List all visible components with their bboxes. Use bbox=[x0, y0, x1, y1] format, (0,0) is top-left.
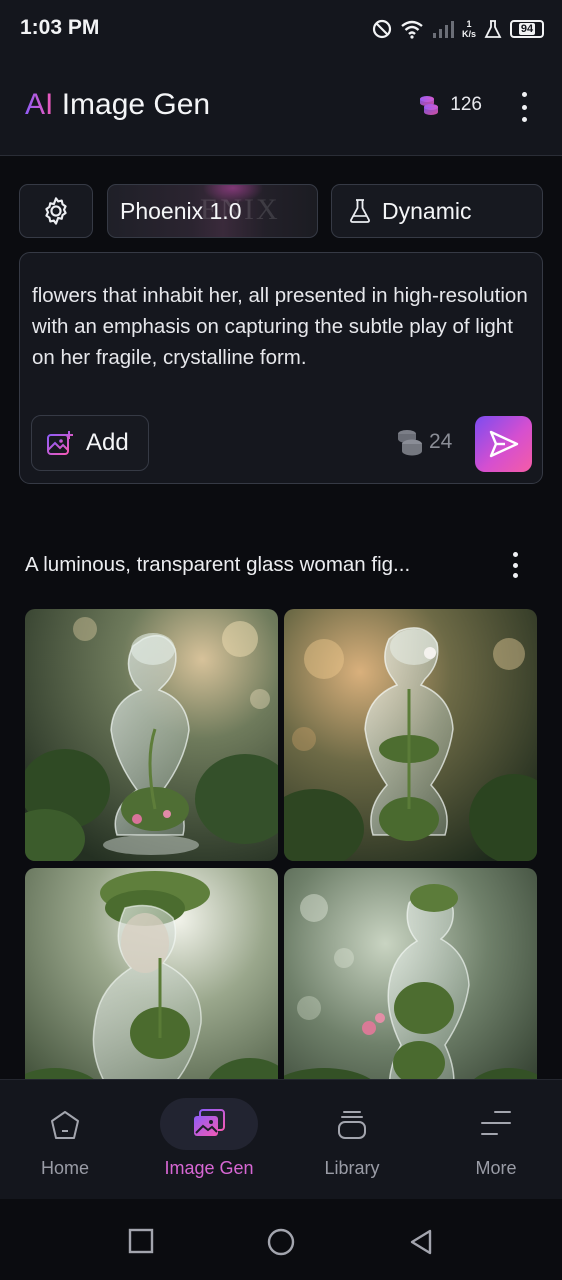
flask-icon bbox=[350, 199, 370, 223]
nav-label-library: Library bbox=[324, 1158, 380, 1178]
gear-icon bbox=[45, 197, 67, 225]
model-selector-button[interactable]: ENIX Phoenix 1.0 bbox=[107, 184, 318, 238]
battery-level: 94 bbox=[518, 23, 536, 35]
menu-icon bbox=[481, 1111, 511, 1135]
status-icons: 1 K/s 94 bbox=[372, 15, 544, 43]
add-image-label: Add bbox=[86, 429, 129, 456]
nav-item-more[interactable]: More bbox=[426, 1080, 562, 1200]
do-not-disturb-icon bbox=[372, 19, 392, 39]
more-vertical-icon[interactable] bbox=[518, 92, 530, 122]
app-title-rest: Image Gen bbox=[53, 88, 211, 121]
generation-toolbar: ENIX Phoenix 1.0 Dynamic bbox=[19, 184, 543, 238]
library-icon bbox=[338, 1111, 366, 1139]
nav-label-home: Home bbox=[40, 1158, 89, 1178]
credits-count: 126 bbox=[450, 94, 482, 115]
coins-icon bbox=[398, 430, 422, 456]
generated-image-1[interactable] bbox=[25, 609, 278, 861]
cost-amount: 24 bbox=[429, 430, 453, 453]
add-image-button[interactable]: Add bbox=[31, 415, 149, 471]
app-title-prefix: AI bbox=[25, 88, 54, 121]
send-button[interactable] bbox=[475, 416, 532, 472]
style-label: Dynamic bbox=[382, 197, 472, 224]
lab-icon bbox=[484, 20, 502, 38]
home-icon bbox=[51, 1111, 79, 1139]
battery-icon: 94 bbox=[510, 20, 544, 38]
generation-prompt-title[interactable]: A luminous, transparent glass woman fig.… bbox=[25, 553, 410, 577]
bottom-navigation: Home Image Gen Library More bbox=[0, 1079, 562, 1199]
nav-item-home[interactable]: Home bbox=[0, 1080, 135, 1200]
credits-balance[interactable]: 126 bbox=[418, 94, 482, 116]
nav-item-library[interactable]: Library bbox=[282, 1080, 422, 1200]
app-title: AI Image Gen bbox=[25, 88, 210, 122]
nav-label-image-gen: Image Gen bbox=[164, 1158, 254, 1178]
image-add-icon bbox=[47, 431, 73, 455]
settings-button[interactable] bbox=[19, 184, 93, 238]
status-time: 1:03 PM bbox=[20, 16, 100, 39]
coins-icon bbox=[420, 96, 439, 115]
network-speed: 1 K/s bbox=[462, 19, 476, 39]
recents-button[interactable] bbox=[128, 1228, 154, 1254]
generation-cost: 24 bbox=[395, 427, 452, 457]
more-vertical-icon[interactable] bbox=[509, 552, 521, 578]
back-button[interactable] bbox=[408, 1228, 434, 1256]
wifi-icon bbox=[401, 20, 423, 39]
network-speed-unit: K/s bbox=[461, 29, 476, 39]
signal-icon bbox=[432, 21, 454, 38]
style-selector-button[interactable]: Dynamic bbox=[331, 184, 543, 238]
network-speed-value: 1 bbox=[466, 19, 472, 29]
nav-label-more: More bbox=[475, 1158, 517, 1178]
app-header: AI Image Gen 126 bbox=[0, 58, 562, 156]
prompt-card: flowers that inhabit her, all presented … bbox=[19, 252, 543, 484]
nav-item-image-gen[interactable]: Image Gen bbox=[139, 1080, 279, 1200]
status-bar: 1:03 PM 1 K/s 94 bbox=[0, 0, 562, 58]
prompt-textarea[interactable]: flowers that inhabit her, all presented … bbox=[32, 280, 532, 373]
send-icon bbox=[489, 430, 518, 458]
generated-image-2[interactable] bbox=[284, 609, 537, 861]
system-navigation-bar bbox=[0, 1199, 562, 1280]
home-button[interactable] bbox=[267, 1228, 295, 1256]
images-icon bbox=[194, 1109, 225, 1136]
model-label: Phoenix 1.0 bbox=[120, 197, 242, 224]
